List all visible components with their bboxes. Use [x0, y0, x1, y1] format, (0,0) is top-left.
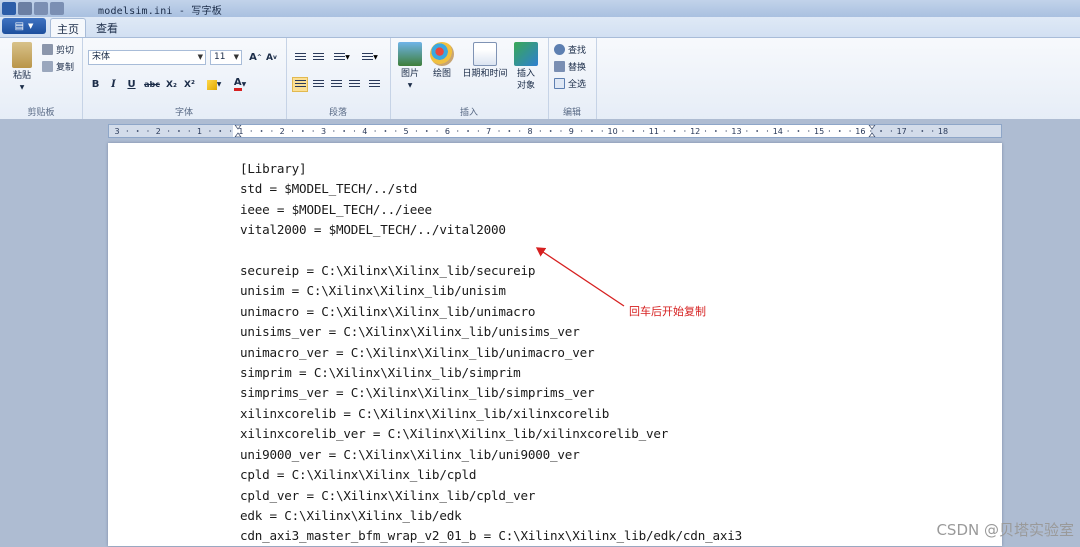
annotation-arrow — [535, 247, 625, 307]
annotation-text: 回车后开始复制 — [629, 305, 706, 318]
arrow-line — [535, 247, 625, 307]
watermark: CSDN @贝塔实验室 — [936, 521, 1074, 539]
